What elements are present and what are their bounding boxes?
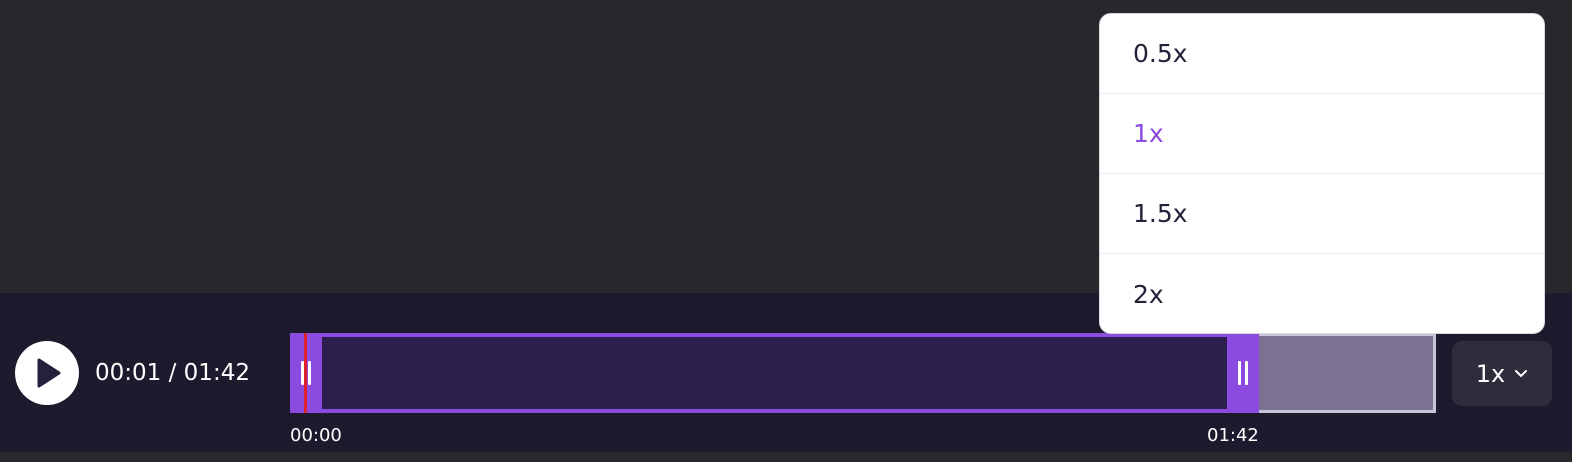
chevron-down-icon: [1515, 370, 1528, 377]
playhead[interactable]: [304, 333, 307, 413]
speed-option-2x[interactable]: 2x: [1100, 254, 1544, 333]
trim-end-handle[interactable]: [1227, 333, 1259, 413]
speed-option-1.5x[interactable]: 1.5x: [1100, 174, 1544, 254]
grip-icon: [1238, 361, 1248, 385]
time-separator: /: [161, 360, 184, 386]
playback-speed-button[interactable]: 1x: [1452, 341, 1552, 406]
timeline-end-label: 01:42: [1207, 425, 1259, 446]
play-icon: [37, 358, 61, 388]
speed-option-1x[interactable]: 1x: [1100, 94, 1544, 174]
bottom-divider: [0, 452, 1572, 462]
trim-selection[interactable]: [290, 333, 1259, 413]
speed-button-label: 1x: [1475, 359, 1506, 388]
play-button[interactable]: [15, 341, 79, 405]
timeline-start-label: 00:00: [290, 425, 342, 446]
speed-dropdown-menu: 0.5x 1x 1.5x 2x: [1099, 13, 1545, 334]
total-duration: 01:42: [183, 360, 250, 386]
time-readout: 00:01 / 01:42: [95, 356, 250, 390]
speed-option-0.5x[interactable]: 0.5x: [1100, 14, 1544, 94]
current-time: 00:01: [95, 360, 162, 386]
